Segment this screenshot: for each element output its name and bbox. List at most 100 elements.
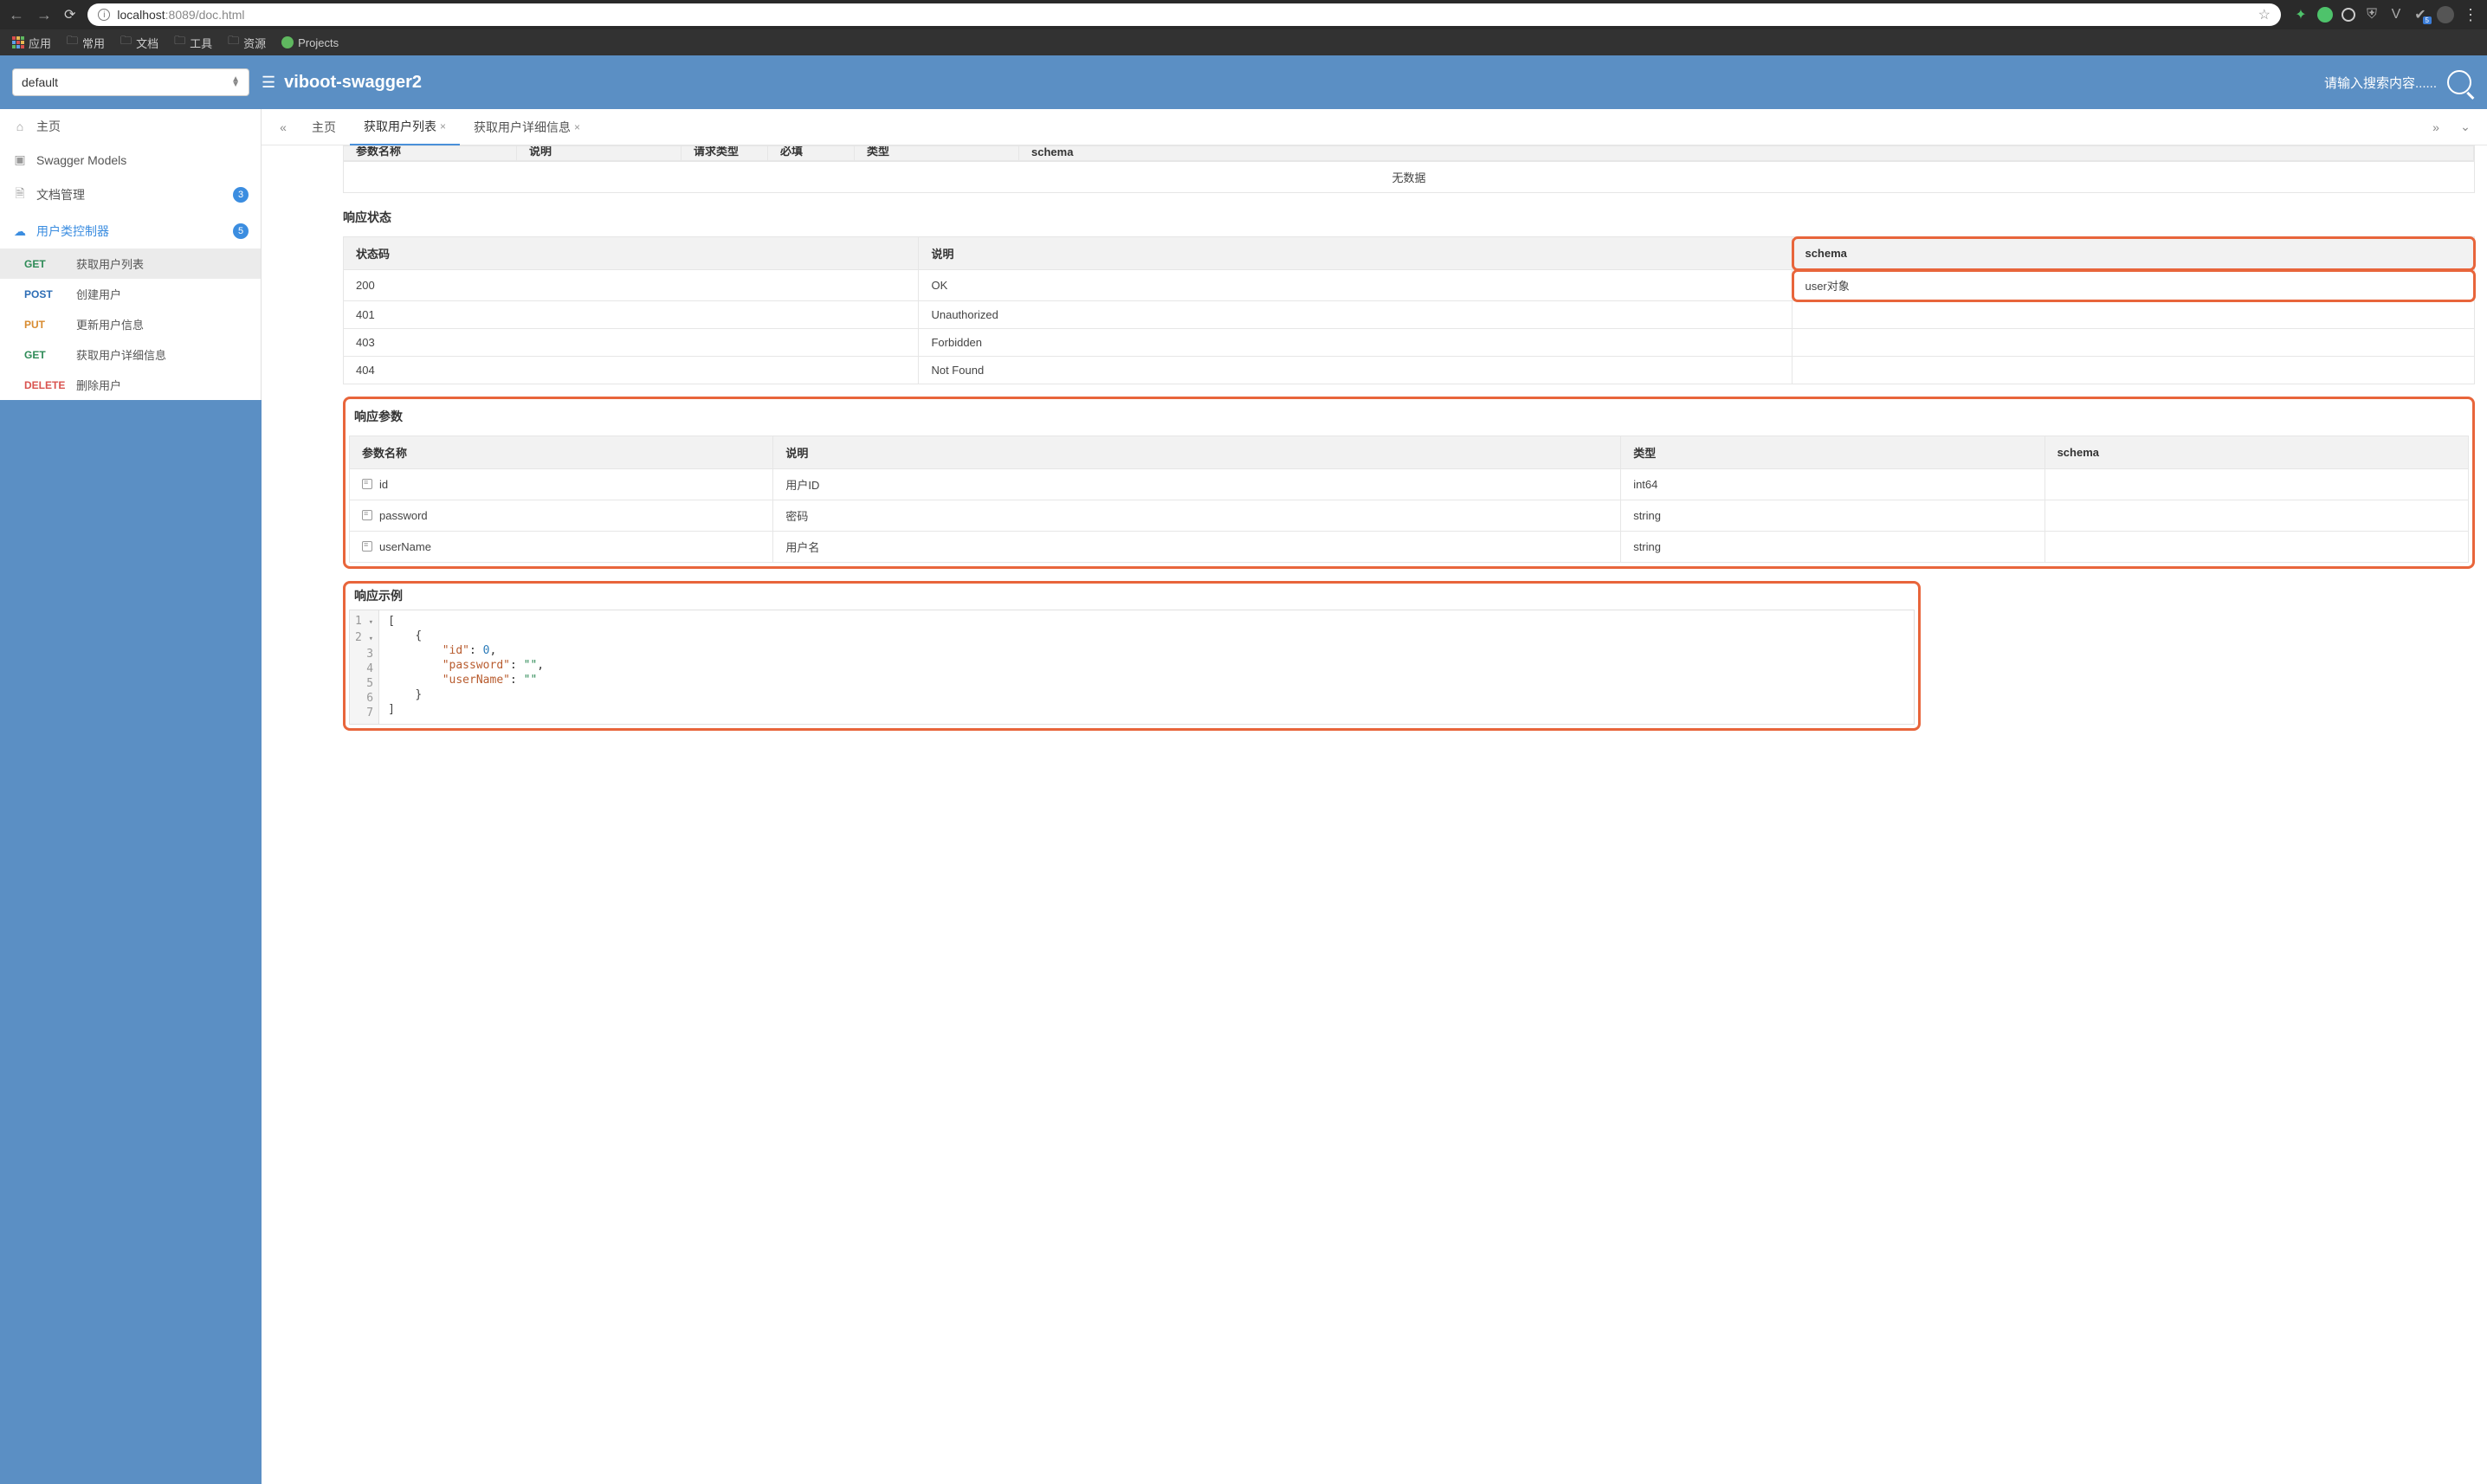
sidebar-item-home[interactable]: ⌂ 主页 [0, 109, 261, 144]
url-bar[interactable]: i localhost:8089/doc.html ☆ [87, 3, 2281, 26]
sidebar-empty-area [0, 400, 262, 1484]
col-status-code: 状态码 [344, 237, 919, 270]
close-icon[interactable]: × [440, 120, 446, 132]
response-example-highlight: 响应示例 1 ▾2 ▾34567 [ { "id": 0, "password"… [343, 581, 1921, 731]
bookmark-folder[interactable]: 🗀常用 [67, 33, 105, 52]
bookmark-apps[interactable]: 应用 [12, 35, 51, 51]
response-example-code[interactable]: 1 ▾2 ▾34567 [ { "id": 0, "password": "",… [349, 610, 1915, 725]
content-scroll[interactable]: 参数名称 说明 请求类型 必填 类型 schema 无数据 响应状态 状态码 说… [262, 145, 2487, 1484]
bookmarks-bar: 应用 🗀常用 🗀文档 🗀工具 🗀资源 Projects [0, 29, 2487, 55]
http-method: POST [24, 288, 66, 300]
site-info-icon[interactable]: i [98, 9, 110, 21]
tab-label: 主页 [312, 119, 336, 136]
vue-icon[interactable]: V [2388, 7, 2404, 23]
sidebar-item-label: 用户类控制器 [36, 223, 109, 240]
profile-avatar-icon[interactable] [2437, 6, 2454, 23]
tab-menu-icon[interactable]: ⌄ [2451, 119, 2480, 134]
col-schema: schema [1793, 237, 2475, 270]
table-row: userName用户名string [350, 532, 2469, 563]
http-method: GET [24, 349, 66, 361]
bookmark-label: 应用 [29, 35, 51, 51]
response-status-table: 状态码 说明 schema 200 OK user对象 401Unauthori… [343, 236, 2475, 384]
search-icon[interactable] [2447, 70, 2471, 94]
reload-icon[interactable]: ⟳ [64, 6, 75, 23]
table-row: 403Forbidden [344, 329, 2475, 357]
folder-icon: 🗀 [174, 33, 185, 52]
tab-home[interactable]: 主页 [298, 109, 350, 145]
tab-label: 获取用户列表 [364, 118, 436, 135]
bookmark-projects[interactable]: Projects [281, 36, 339, 49]
col-schema: schema [2045, 436, 2468, 469]
api-label: 更新用户信息 [76, 316, 144, 332]
shield-icon[interactable]: ⛨ [2364, 7, 2380, 23]
bookmark-folder[interactable]: 🗀工具 [174, 33, 212, 52]
http-method: DELETE [24, 379, 66, 391]
code-lines: [ { "id": 0, "password": "", "userName":… [379, 610, 552, 724]
count-badge: 3 [233, 187, 249, 203]
close-icon[interactable]: × [574, 121, 580, 133]
api-label: 获取用户详细信息 [76, 346, 166, 363]
code-gutter: 1 ▾2 ▾34567 [350, 610, 379, 724]
api-item[interactable]: GET 获取用户列表 [0, 248, 261, 279]
bookmark-folder[interactable]: 🗀资源 [228, 33, 266, 52]
bookmark-folder[interactable]: 🗀文档 [120, 33, 158, 52]
spring-icon [281, 36, 294, 48]
nav-back-icon[interactable]: ← [9, 6, 24, 24]
nav-forward-icon[interactable]: → [36, 6, 52, 24]
section-title-response-example: 响应示例 [354, 587, 1915, 604]
search-placeholder[interactable]: 请输入搜索内容...... [2324, 74, 2437, 92]
browser-menu-icon[interactable]: ⋮ [2463, 6, 2478, 24]
col-param-name: 参数名称 [350, 436, 773, 469]
sidebar-item-label: 主页 [36, 118, 61, 135]
tab-user-detail[interactable]: 获取用户详细信息× [460, 109, 594, 145]
extension-icon[interactable] [2317, 7, 2333, 23]
api-item[interactable]: DELETE 删除用户 [0, 370, 261, 400]
cube-icon: ▣ [12, 152, 28, 167]
count-badge: 5 [233, 223, 249, 239]
extension-icon[interactable]: ✔5 [2413, 7, 2428, 23]
folder-icon: 🗀 [228, 33, 239, 52]
sidebar-item-label: Swagger Models [36, 153, 126, 167]
api-item[interactable]: PUT 更新用户信息 [0, 309, 261, 339]
section-title-response-status: 响应状态 [343, 209, 2475, 226]
sidebar-item-swagger-models[interactable]: ▣ Swagger Models [0, 144, 261, 176]
url-text: localhost:8089/doc.html [117, 8, 244, 22]
tab-user-list[interactable]: 获取用户列表 × [350, 109, 460, 145]
table-row: password密码string [350, 500, 2469, 532]
api-label: 创建用户 [76, 286, 121, 302]
evernote-icon[interactable]: ✦ [2293, 7, 2309, 23]
tab-scroll-right-icon[interactable]: » [2421, 120, 2451, 134]
api-group-select[interactable]: default ▲▼ [12, 68, 249, 96]
api-label: 删除用户 [76, 377, 121, 393]
api-label: 获取用户列表 [76, 255, 144, 272]
no-data-text: 无数据 [344, 162, 2475, 193]
bookmark-label: 资源 [243, 35, 266, 51]
table-row: 404Not Found [344, 357, 2475, 384]
table-row: id用户IDint64 [350, 469, 2469, 500]
extension-icon[interactable] [2342, 8, 2355, 22]
cloud-icon: ☁ [12, 224, 28, 239]
tab-bar: « 主页 获取用户列表 × 获取用户详细信息× » ⌄ [262, 109, 2487, 145]
browser-toolbar: ← → ⟳ i localhost:8089/doc.html ☆ ✦ ⛨ V … [0, 0, 2487, 29]
tab-scroll-left-icon[interactable]: « [268, 120, 298, 134]
api-item[interactable]: POST 创建用户 [0, 279, 261, 309]
sidebar: ⌂ 主页 ▣ Swagger Models 🗎 文档管理 3 ☁ 用户类控制器 … [0, 109, 262, 400]
col-description: 说明 [773, 436, 1621, 469]
sidebar-item-user-controller[interactable]: ☁ 用户类控制器 5 [0, 214, 261, 248]
home-icon: ⌂ [12, 119, 28, 133]
field-icon [362, 479, 372, 489]
bookmark-star-icon[interactable]: ☆ [2258, 6, 2271, 23]
folder-icon: 🗀 [67, 33, 78, 52]
bookmark-label: Projects [298, 36, 339, 49]
api-item[interactable]: GET 获取用户详细信息 [0, 339, 261, 370]
sidebar-item-doc-management[interactable]: 🗎 文档管理 3 [0, 176, 261, 214]
apps-grid-icon [12, 36, 24, 48]
field-icon [362, 541, 372, 552]
select-value: default [22, 75, 58, 89]
sidebar-toggle-icon[interactable]: ☰ [262, 74, 275, 92]
col-type: 类型 [1621, 436, 2045, 469]
bookmark-label: 常用 [82, 35, 105, 51]
request-params-table: 无数据 [343, 161, 2475, 193]
request-params-header: 参数名称 说明 请求类型 必填 类型 schema [343, 145, 2475, 161]
document-icon: 🗎 [12, 184, 28, 205]
